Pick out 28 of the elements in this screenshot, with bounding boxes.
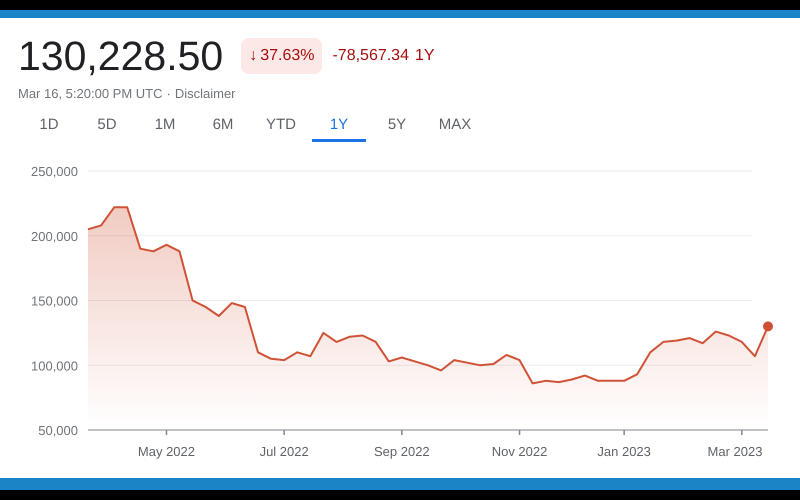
change-period: 1Y — [414, 46, 435, 66]
range-tab[interactable]: 1D — [22, 112, 76, 142]
range-tab[interactable]: 1M — [138, 112, 192, 142]
last-point-marker — [763, 320, 773, 331]
y-axis-label: 200,000 — [31, 228, 78, 244]
x-axis-label: Mar 2023 — [708, 444, 762, 458]
change-value: -78,567.34 — [332, 46, 409, 66]
range-tab[interactable]: 6M — [196, 112, 250, 142]
arrow-icon: ↓ — [249, 44, 258, 68]
price: 130,228.50 — [18, 34, 224, 78]
range-tab[interactable]: 5D — [80, 112, 134, 142]
x-axis-label: Jul 2022 — [260, 444, 309, 458]
disclaimer-link[interactable]: Disclaimer — [174, 84, 236, 104]
range-tab[interactable]: MAX — [428, 112, 482, 142]
x-axis-label: May 2022 — [138, 444, 195, 458]
change-percent: 37.63% — [260, 46, 314, 66]
range-tab[interactable]: YTD — [254, 112, 308, 142]
range-tab[interactable]: 5Y — [370, 112, 424, 142]
x-axis-label: Sep 2022 — [374, 444, 430, 458]
timestamp: Mar 16, 5:20:00 PM UTC — [18, 85, 162, 103]
separator: · — [166, 85, 171, 103]
y-axis-label: 100,000 — [31, 358, 78, 373]
x-axis-label: Jan 2023 — [597, 444, 651, 458]
y-axis-label: 150,000 — [31, 293, 78, 308]
y-axis-label: 50,000 — [38, 422, 78, 438]
range-tab[interactable]: 1Y — [312, 112, 366, 142]
x-axis-label: Nov 2022 — [492, 444, 548, 458]
y-axis-label: 250,000 — [31, 164, 78, 178]
